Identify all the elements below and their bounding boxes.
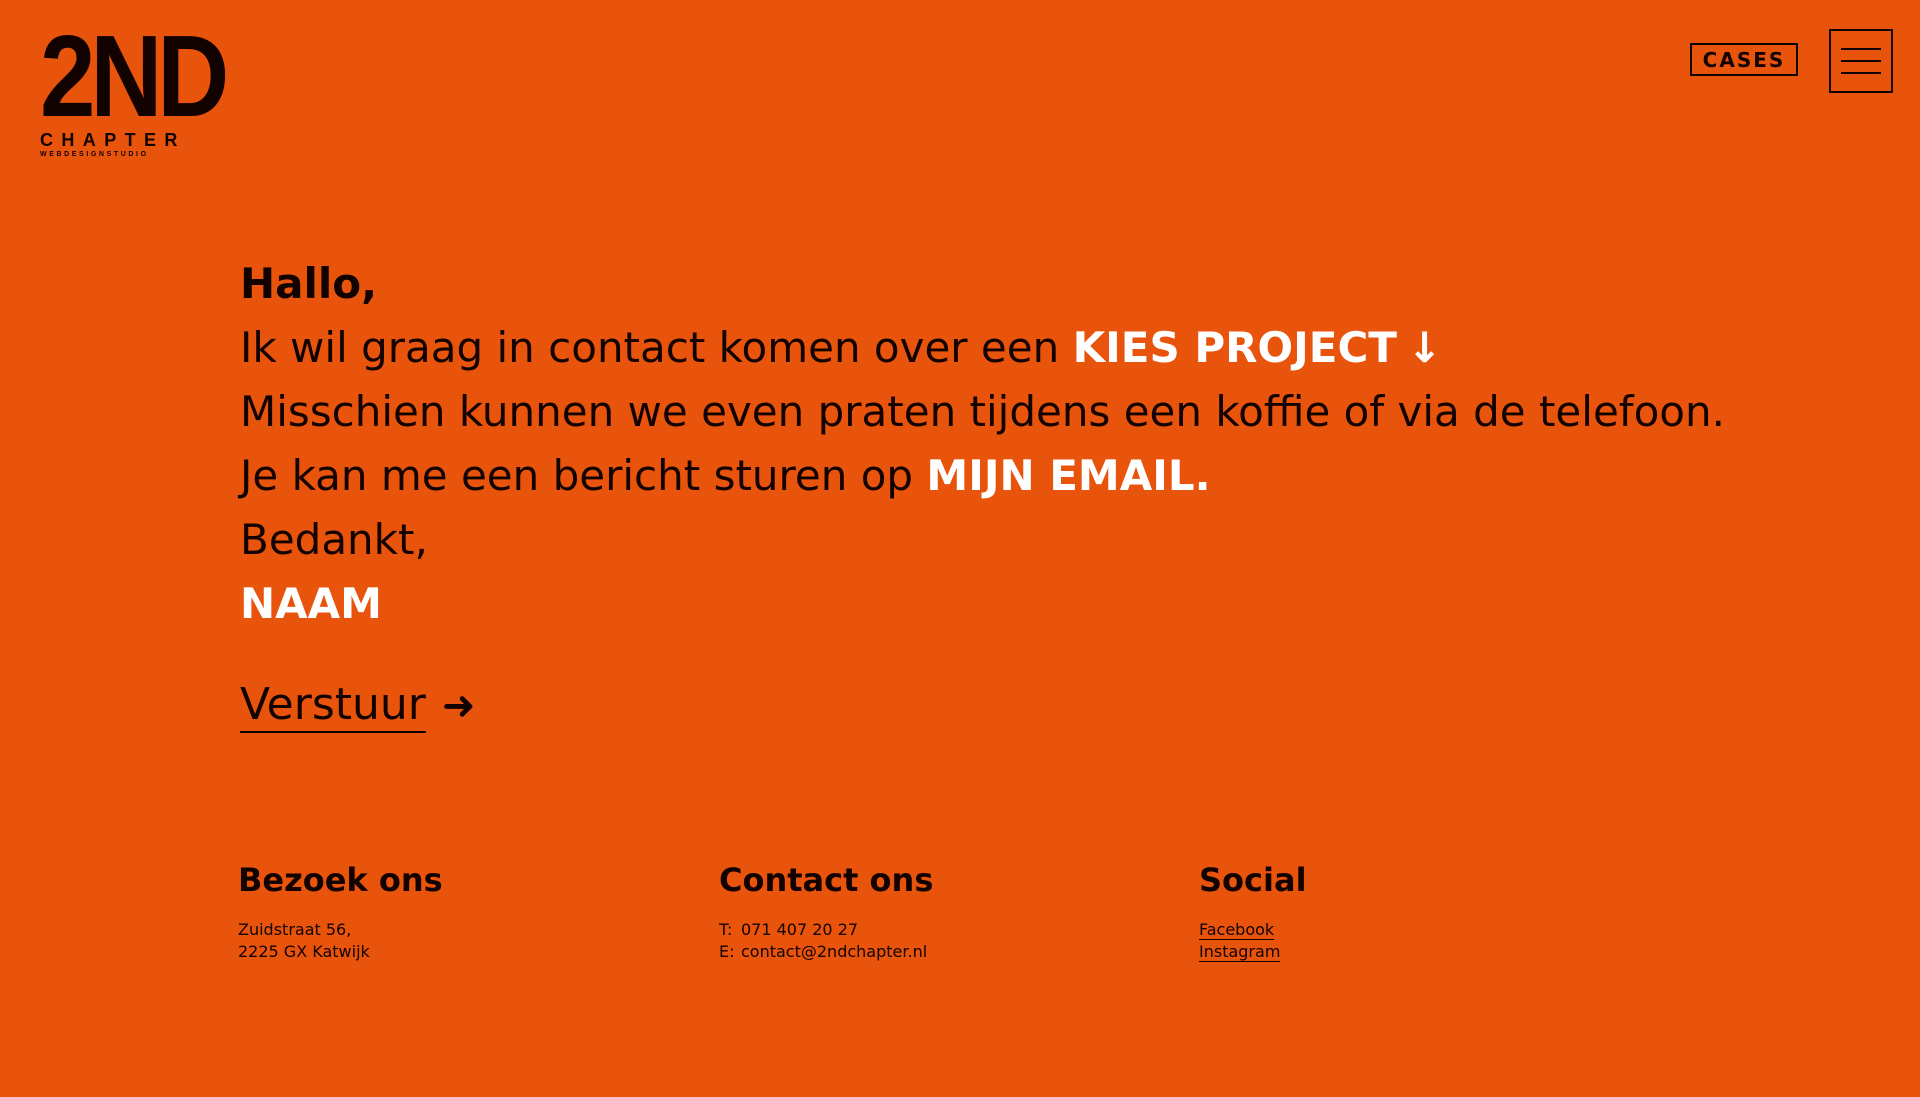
- name-field[interactable]: NAAM: [240, 572, 1740, 636]
- contact-section: Contact ons T: 071 407 20 27 E: contact@2n…: [719, 857, 1139, 963]
- address-city: 2225 GX Katwijk: [238, 942, 370, 961]
- email-address[interactable]: contact@2ndchapter.nl: [741, 942, 927, 961]
- letter-line-email: Je kan me een bericht sturen op MIJN EMA…: [240, 444, 1740, 508]
- social-title: Social: [1199, 861, 1307, 899]
- logo-tagline: WEBDESIGNSTUDIO: [40, 151, 149, 158]
- phone-prefix: T:: [719, 920, 733, 939]
- email-prefix: E:: [719, 942, 735, 961]
- instagram-link[interactable]: Instagram: [1199, 942, 1281, 962]
- arrow-right-icon: ➜: [441, 683, 476, 729]
- address: Zuidstraat 56, 2225 GX Katwijk: [238, 919, 658, 963]
- letter-thanks: Bedankt,: [240, 515, 428, 564]
- arrow-down-icon: ↓: [1406, 323, 1443, 372]
- facebook-link[interactable]: Facebook: [1199, 920, 1275, 940]
- contact-letter: Hallo, Ik wil graag in contact komen ove…: [240, 252, 1740, 636]
- letter-line-project: Ik wil graag in contact komen over een K…: [240, 316, 1740, 380]
- address-street: Zuidstraat 56,: [238, 920, 352, 939]
- logo[interactable]: 2ND CHAPTER WEBDESIGNSTUDIO: [40, 11, 229, 158]
- social-links: Facebook Instagram: [1199, 919, 1619, 963]
- email-row: E: contact@2ndchapter.nl: [719, 941, 1139, 963]
- project-select[interactable]: KIES PROJECT ↓: [1073, 323, 1443, 372]
- contact-title: Contact ons: [719, 861, 934, 899]
- cases-button[interactable]: CASES: [1690, 43, 1798, 76]
- hamburger-bar: [1841, 72, 1881, 74]
- letter-line-project-text: Ik wil graag in contact komen over een: [240, 323, 1073, 372]
- project-select-label: KIES PROJECT: [1072, 323, 1397, 372]
- logo-mark: 2ND: [40, 11, 229, 141]
- visit-section: Bezoek ons Zuidstraat 56, 2225 GX Katwij…: [238, 857, 658, 963]
- visit-title: Bezoek ons: [238, 861, 443, 899]
- letter-line-email-text: Je kan me een bericht sturen op: [240, 451, 927, 500]
- menu-button[interactable]: [1829, 29, 1893, 93]
- social-row: Instagram: [1199, 941, 1619, 963]
- social-row: Facebook: [1199, 919, 1619, 941]
- phone-number[interactable]: 071 407 20 27: [741, 920, 858, 939]
- phone-row: T: 071 407 20 27: [719, 919, 1139, 941]
- send-button[interactable]: Verstuur ➜: [240, 676, 475, 736]
- hamburger-bar: [1841, 48, 1881, 50]
- hamburger-bar: [1841, 60, 1881, 62]
- email-field[interactable]: MIJN EMAIL.: [926, 451, 1210, 500]
- contact-details: T: 071 407 20 27 E: contact@2ndchapter.nl: [719, 919, 1139, 963]
- greeting: Hallo,: [240, 259, 378, 308]
- send-button-label: Verstuur: [240, 679, 426, 733]
- social-section: Social Facebook Instagram: [1199, 857, 1619, 963]
- letter-line-meeting: Misschien kunnen we even praten tijdens …: [240, 387, 1725, 436]
